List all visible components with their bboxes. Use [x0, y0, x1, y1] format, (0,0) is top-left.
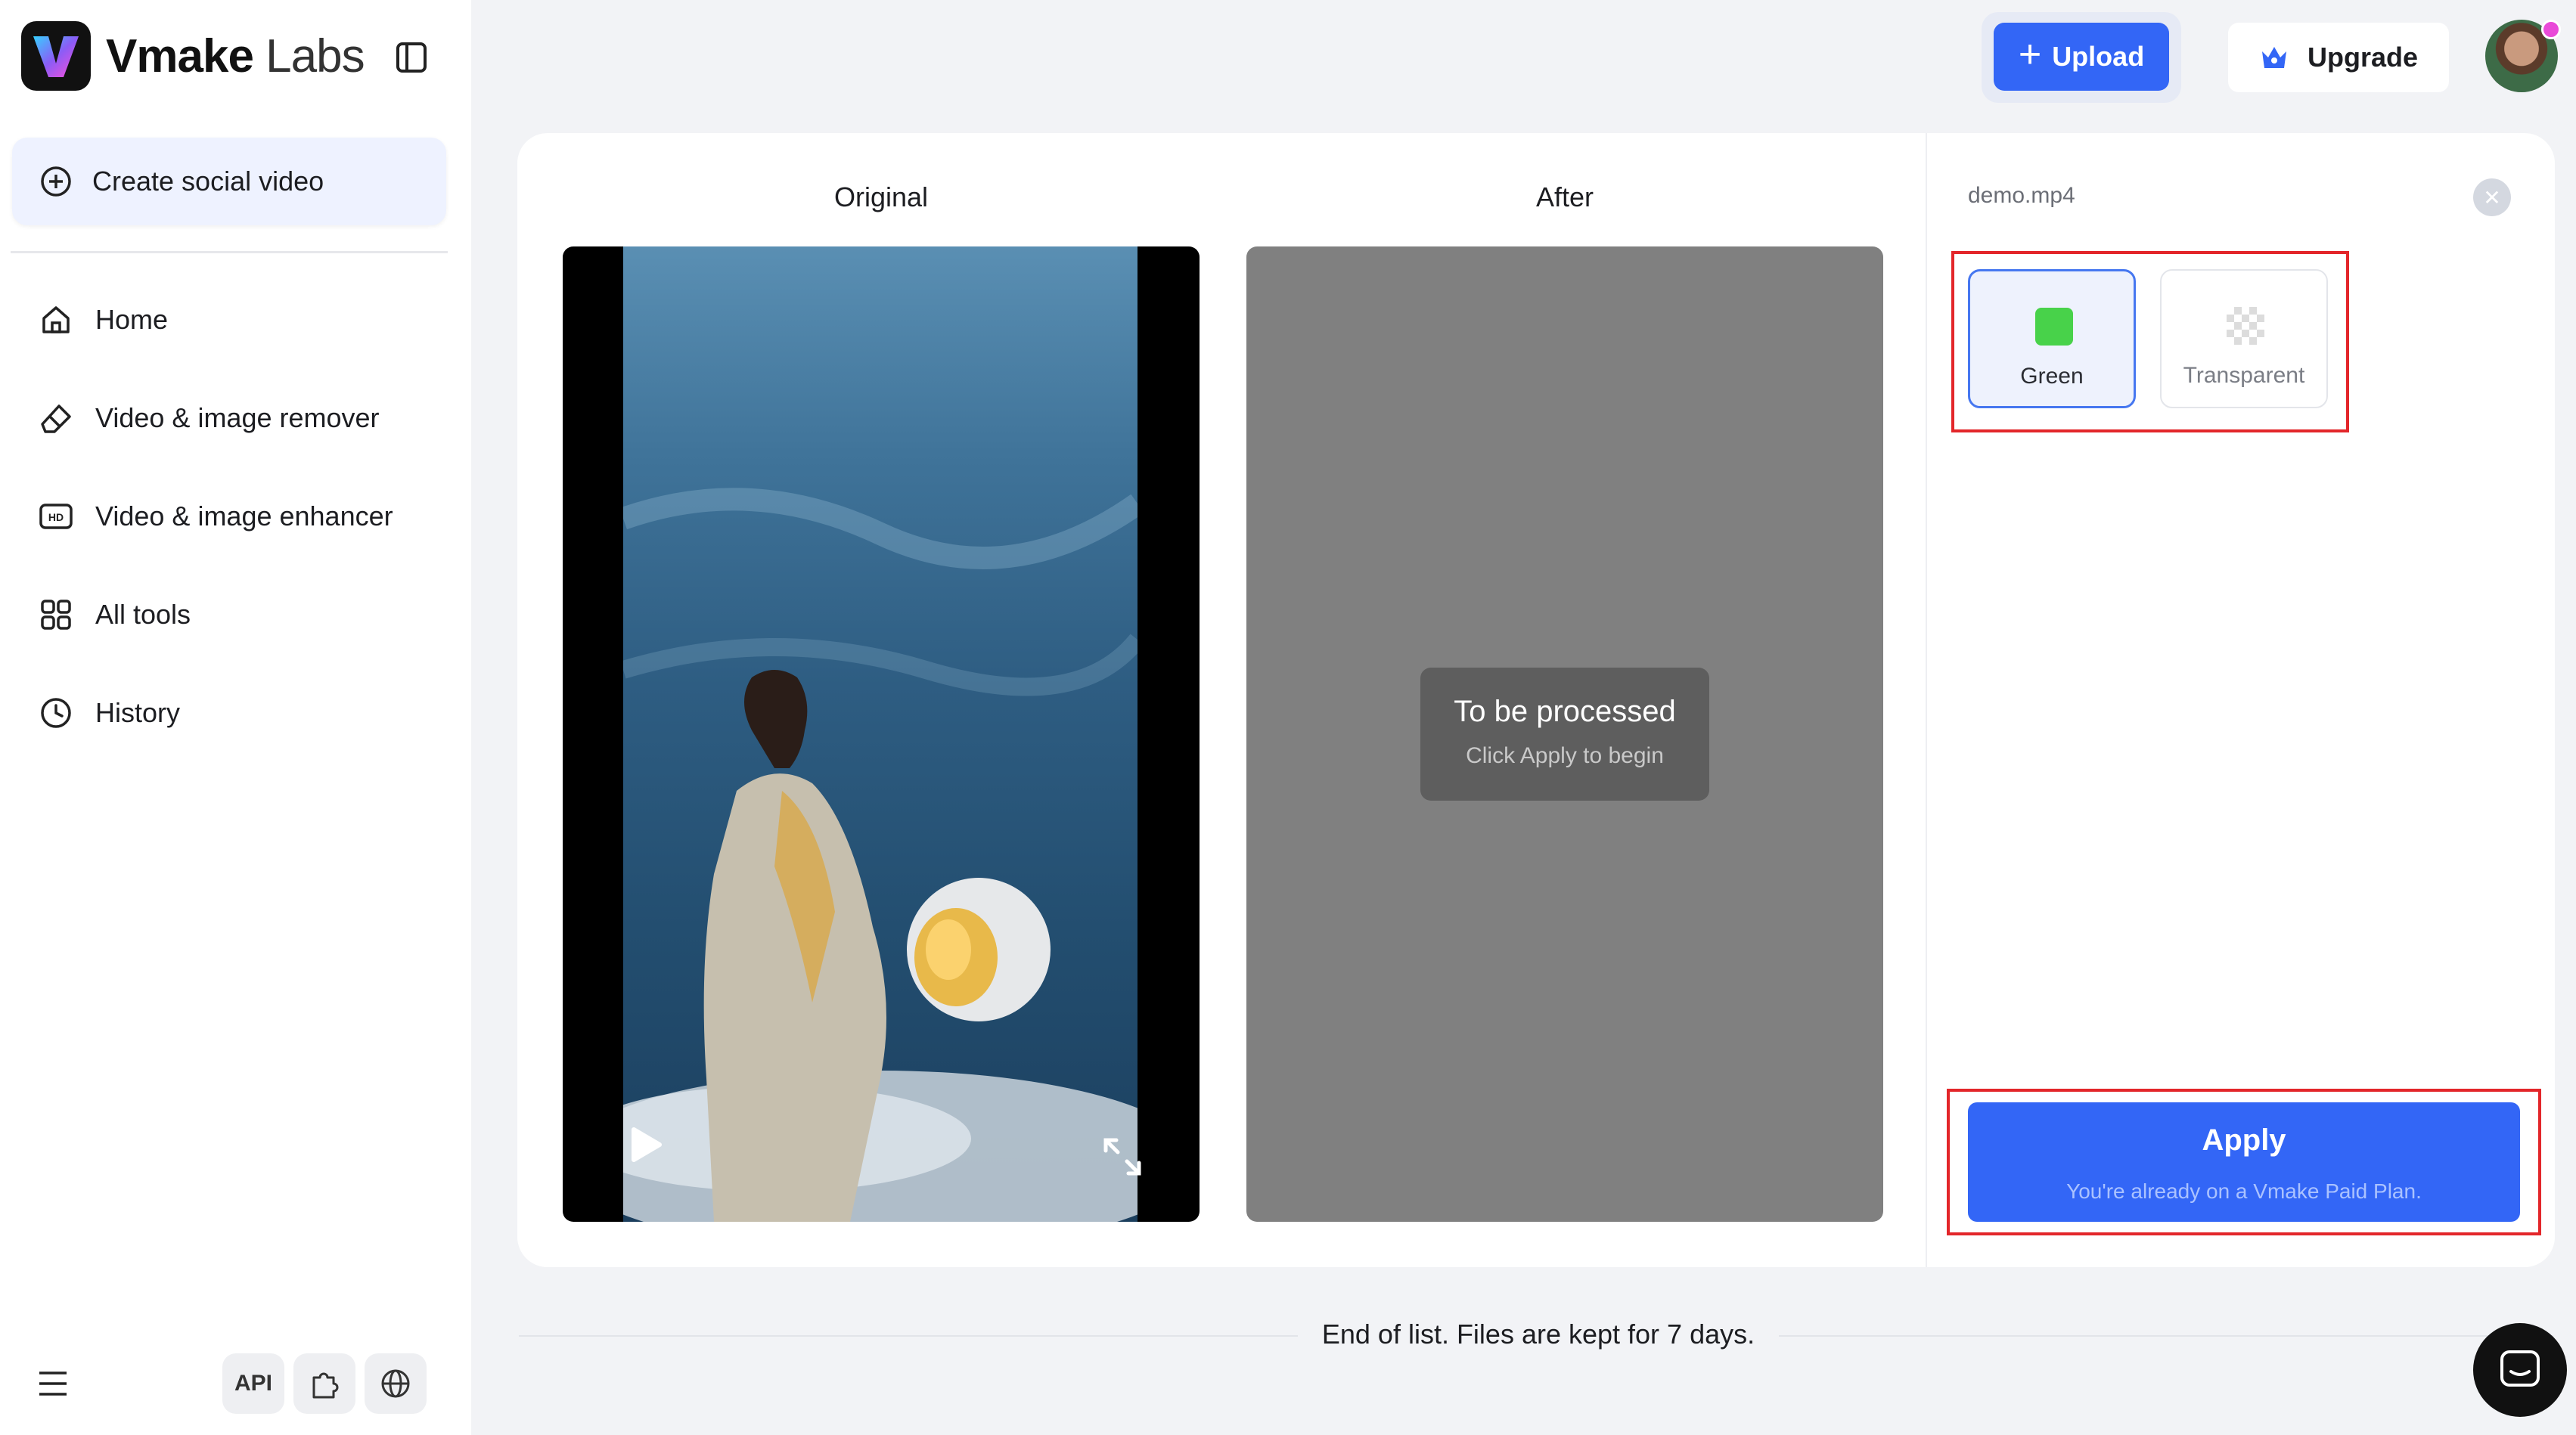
brand-name-suffix: Labs	[265, 29, 365, 82]
eraser-icon	[38, 400, 74, 436]
original-video-player[interactable]	[563, 246, 1200, 1222]
sidebar: Vmake Labs Create social video Home Vide…	[0, 0, 471, 1435]
home-icon	[38, 302, 74, 338]
end-divider-left	[519, 1335, 1298, 1337]
menu-icon[interactable]	[36, 1368, 70, 1399]
svg-text:HD: HD	[48, 511, 64, 523]
end-divider-right	[1779, 1335, 2553, 1337]
apply-label: Apply	[2202, 1124, 2286, 1157]
create-social-video-button[interactable]: Create social video	[12, 138, 446, 225]
processing-status: To be processed Click Apply to begin	[1420, 668, 1709, 801]
background-option-transparent[interactable]: Transparent	[2160, 269, 2328, 408]
original-title: Original	[833, 181, 929, 212]
avatar-badge	[2541, 20, 2561, 39]
upload-button[interactable]: + Upload	[1994, 23, 2169, 91]
plus-circle-icon	[41, 166, 71, 197]
language-button[interactable]	[365, 1353, 427, 1414]
status-subtitle: Click Apply to begin	[1466, 743, 1664, 768]
sidebar-bottom: API	[0, 1353, 471, 1414]
chat-icon	[2500, 1350, 2540, 1387]
upload-button-wrapper: + Upload	[1982, 12, 2181, 103]
apply-note: You're already on a Vmake Paid Plan.	[2066, 1179, 2422, 1203]
sidebar-nav: Home Video & image remover HD Video & im…	[0, 271, 471, 762]
brand-name-main: Vmake	[106, 29, 254, 82]
sidebar-item-history[interactable]: History	[0, 664, 471, 762]
brand-logo[interactable]: Vmake Labs	[21, 21, 365, 91]
astronaut-video-still	[623, 488, 1137, 1222]
sidebar-item-label: Home	[95, 304, 169, 335]
create-social-video-label: Create social video	[92, 166, 324, 197]
hd-icon: HD	[38, 498, 74, 535]
upgrade-button[interactable]: Upgrade	[2228, 23, 2449, 92]
option-label: Green	[2020, 364, 2084, 389]
file-name: demo.mp4	[1968, 183, 2075, 208]
background-option-green[interactable]: Green	[1968, 269, 2136, 408]
extension-button[interactable]	[293, 1353, 355, 1414]
sidebar-item-all-tools[interactable]: All tools	[0, 566, 471, 664]
option-label: Transparent	[2183, 363, 2305, 388]
sidebar-item-home[interactable]: Home	[0, 271, 471, 369]
green-swatch-icon	[2035, 308, 2073, 346]
puzzle-icon	[312, 1372, 339, 1399]
end-of-list-text: End of list. Files are kept for 7 days.	[1321, 1319, 1755, 1350]
sidebar-item-remover[interactable]: Video & image remover	[0, 369, 471, 467]
crown-icon	[2261, 47, 2286, 68]
globe-icon	[381, 1369, 410, 1398]
apply-button[interactable]: Apply You're already on a Vmake Paid Pla…	[1968, 1102, 2520, 1222]
upgrade-label: Upgrade	[2307, 42, 2419, 73]
sidebar-item-label: Video & image remover	[95, 402, 380, 433]
sidebar-item-label: Video & image enhancer	[95, 501, 393, 532]
status-title: To be processed	[1454, 695, 1676, 728]
video-frame	[623, 246, 1137, 1222]
sidebar-divider	[11, 251, 448, 253]
brand-name: Vmake Labs	[106, 29, 365, 83]
editor-card: Original After To be processed Click App…	[517, 133, 2555, 1267]
upload-label: Upload	[2052, 41, 2145, 72]
play-icon[interactable]	[623, 1124, 666, 1166]
close-icon[interactable]: ✕	[2473, 178, 2511, 216]
fullscreen-icon[interactable]	[1101, 1136, 1144, 1178]
sidebar-item-label: History	[95, 697, 181, 728]
clock-icon	[38, 695, 74, 731]
panel-divider	[1926, 133, 1927, 1267]
sidebar-item-enhancer[interactable]: HD Video & image enhancer	[0, 467, 471, 566]
grid-icon	[38, 597, 74, 633]
plus-icon: +	[2018, 33, 2042, 76]
sidebar-item-label: All tools	[95, 599, 191, 630]
after-title: After	[1535, 181, 1594, 212]
transparent-swatch-icon	[2227, 307, 2264, 345]
vmake-logo-icon	[21, 21, 91, 91]
api-button[interactable]: API	[222, 1353, 284, 1414]
chat-support-button[interactable]	[2473, 1323, 2567, 1417]
sidebar-toggle-icon[interactable]	[393, 39, 430, 76]
